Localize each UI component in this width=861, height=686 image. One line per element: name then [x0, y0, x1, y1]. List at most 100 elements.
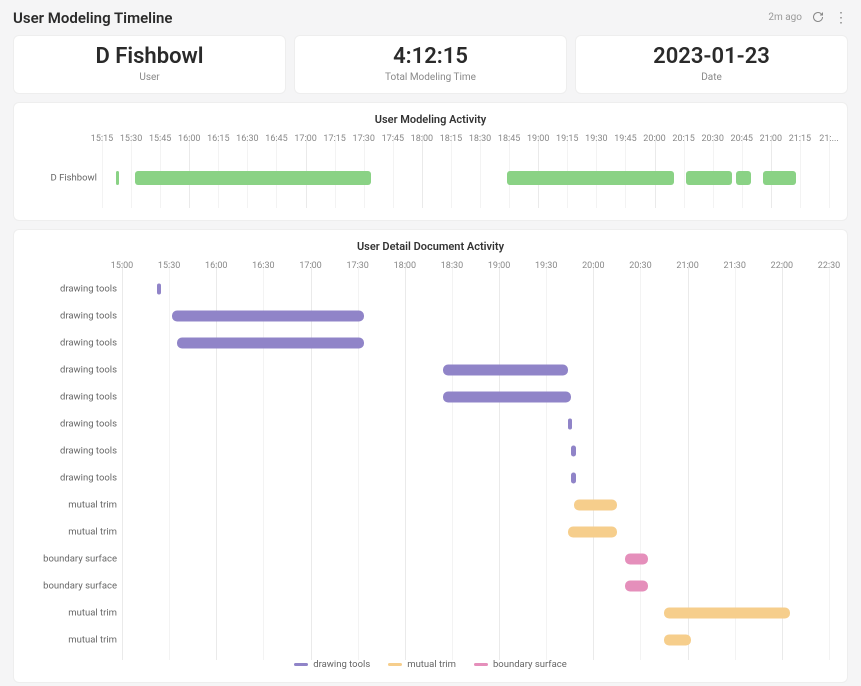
- activity-bar[interactable]: [135, 171, 372, 185]
- tick-label: 17:30: [346, 261, 368, 271]
- tick-label: 22:00: [771, 261, 793, 271]
- tick-label: 19:00: [488, 261, 510, 271]
- detail-row: mutual trim: [122, 491, 829, 518]
- tick-label: 18:45: [498, 134, 520, 144]
- activity-bar[interactable]: [763, 171, 796, 185]
- legend-swatch: [474, 663, 488, 666]
- detail-row-label: boundary surface: [32, 580, 117, 591]
- activity-bar[interactable]: [686, 171, 733, 185]
- card-user-value: D Fishbowl: [14, 44, 285, 69]
- card-user-label: User: [14, 72, 285, 83]
- tick-label: 20:45: [731, 134, 753, 144]
- detail-lanes: drawing toolsdrawing toolsdrawing toolsd…: [122, 275, 829, 653]
- detail-bar[interactable]: [664, 634, 691, 645]
- tick-label: 16:30: [236, 134, 258, 144]
- tick-label: 16:00: [178, 134, 200, 144]
- tick-label: 15:00: [111, 261, 133, 271]
- detail-row-label: boundary surface: [32, 553, 117, 564]
- tick-label: 15:45: [149, 134, 171, 144]
- detail-row-label: drawing tools: [32, 283, 117, 294]
- detail-bar[interactable]: [625, 553, 649, 564]
- detail-row: drawing tools: [122, 437, 829, 464]
- activity-bar[interactable]: [736, 171, 752, 185]
- detail-row: drawing tools: [122, 275, 829, 302]
- card-user: D Fishbowl User: [13, 35, 286, 94]
- detail-row: drawing tools: [122, 410, 829, 437]
- detail-bar[interactable]: [574, 499, 616, 510]
- detail-bar[interactable]: [172, 310, 364, 321]
- panel-detail-title: User Detail Document Activity: [32, 240, 829, 253]
- tick-label: 18:30: [441, 261, 463, 271]
- card-date-label: Date: [576, 72, 847, 83]
- legend-item: mutual trim: [388, 659, 456, 670]
- detail-bar[interactable]: [177, 337, 364, 348]
- tick-label: 15:30: [158, 261, 180, 271]
- tick-label: 21:00: [760, 134, 782, 144]
- tick-label: 16:15: [207, 134, 229, 144]
- tick-label: 18:30: [469, 134, 491, 144]
- legend-swatch: [294, 663, 308, 666]
- detail-bar[interactable]: [443, 364, 569, 375]
- detail-row: drawing tools: [122, 329, 829, 356]
- tick-label: 21:00: [676, 261, 698, 271]
- panel-detail: User Detail Document Activity 15:0015:30…: [13, 229, 848, 683]
- tick-label: 19:15: [556, 134, 578, 144]
- activity-bar[interactable]: [507, 171, 674, 185]
- tick-label: 19:00: [527, 134, 549, 144]
- detail-bar[interactable]: [443, 391, 572, 402]
- tick-label: 16:45: [265, 134, 287, 144]
- legend-item: boundary surface: [474, 659, 567, 670]
- tick-label: 17:45: [382, 134, 404, 144]
- detail-bar[interactable]: [568, 418, 572, 429]
- legend: drawing tools mutual trim boundary surface: [32, 659, 829, 670]
- detail-row-label: mutual trim: [32, 526, 117, 537]
- axis-activity: 15:1515:3015:4516:0016:1516:3016:4517:00…: [102, 134, 829, 148]
- more-icon[interactable]: ⋮: [834, 11, 848, 25]
- card-time-label: Total Modeling Time: [295, 72, 566, 83]
- detail-row: boundary surface: [122, 572, 829, 599]
- tick-label: 17:15: [323, 134, 345, 144]
- refresh-icon[interactable]: [812, 8, 824, 27]
- legend-label: boundary surface: [493, 659, 567, 670]
- detail-bar[interactable]: [571, 472, 575, 483]
- card-date-value: 2023-01-23: [576, 44, 847, 69]
- detail-row: drawing tools: [122, 464, 829, 491]
- tick-label: 20:30: [701, 134, 723, 144]
- activity-lanes: D Fishbowl: [102, 148, 829, 208]
- legend-item: drawing tools: [294, 659, 370, 670]
- detail-row-label: drawing tools: [32, 472, 117, 483]
- detail-row-label: drawing tools: [32, 418, 117, 429]
- detail-bar[interactable]: [157, 283, 161, 294]
- panel-activity-title: User Modeling Activity: [32, 113, 829, 126]
- legend-label: drawing tools: [313, 659, 370, 670]
- detail-bar[interactable]: [571, 445, 575, 456]
- tick-label: 20:00: [643, 134, 665, 144]
- detail-row: mutual trim: [122, 518, 829, 545]
- tick-label: 20:00: [582, 261, 604, 271]
- tick-label: 19:30: [535, 261, 557, 271]
- tick-label: 19:30: [585, 134, 607, 144]
- detail-row-label: mutual trim: [32, 634, 117, 645]
- tick-label: 18:00: [411, 134, 433, 144]
- detail-row-label: mutual trim: [32, 499, 117, 510]
- activity-bar[interactable]: [116, 171, 120, 185]
- tick-label: 15:15: [91, 134, 113, 144]
- panel-activity: User Modeling Activity 15:1515:3015:4516…: [13, 102, 848, 221]
- tick-label: 16:30: [252, 261, 274, 271]
- detail-bar[interactable]: [568, 526, 617, 537]
- detail-row: drawing tools: [122, 302, 829, 329]
- detail-row: mutual trim: [122, 599, 829, 626]
- card-time: 4:12:15 Total Modeling Time: [294, 35, 567, 94]
- updated-ago: 2m ago: [768, 12, 802, 23]
- detail-bar[interactable]: [625, 580, 649, 591]
- detail-bar[interactable]: [664, 607, 790, 618]
- detail-row: boundary surface: [122, 545, 829, 572]
- tick-label: 20:30: [629, 261, 651, 271]
- tick-label: 21:...: [819, 134, 838, 144]
- detail-row-label: drawing tools: [32, 391, 117, 402]
- axis-detail: 15:0015:3016:0016:3017:0017:3018:0018:30…: [122, 261, 829, 275]
- activity-row: D Fishbowl: [102, 148, 829, 208]
- tick-label: 17:00: [294, 134, 316, 144]
- legend-swatch: [388, 663, 402, 666]
- tick-label: 18:15: [440, 134, 462, 144]
